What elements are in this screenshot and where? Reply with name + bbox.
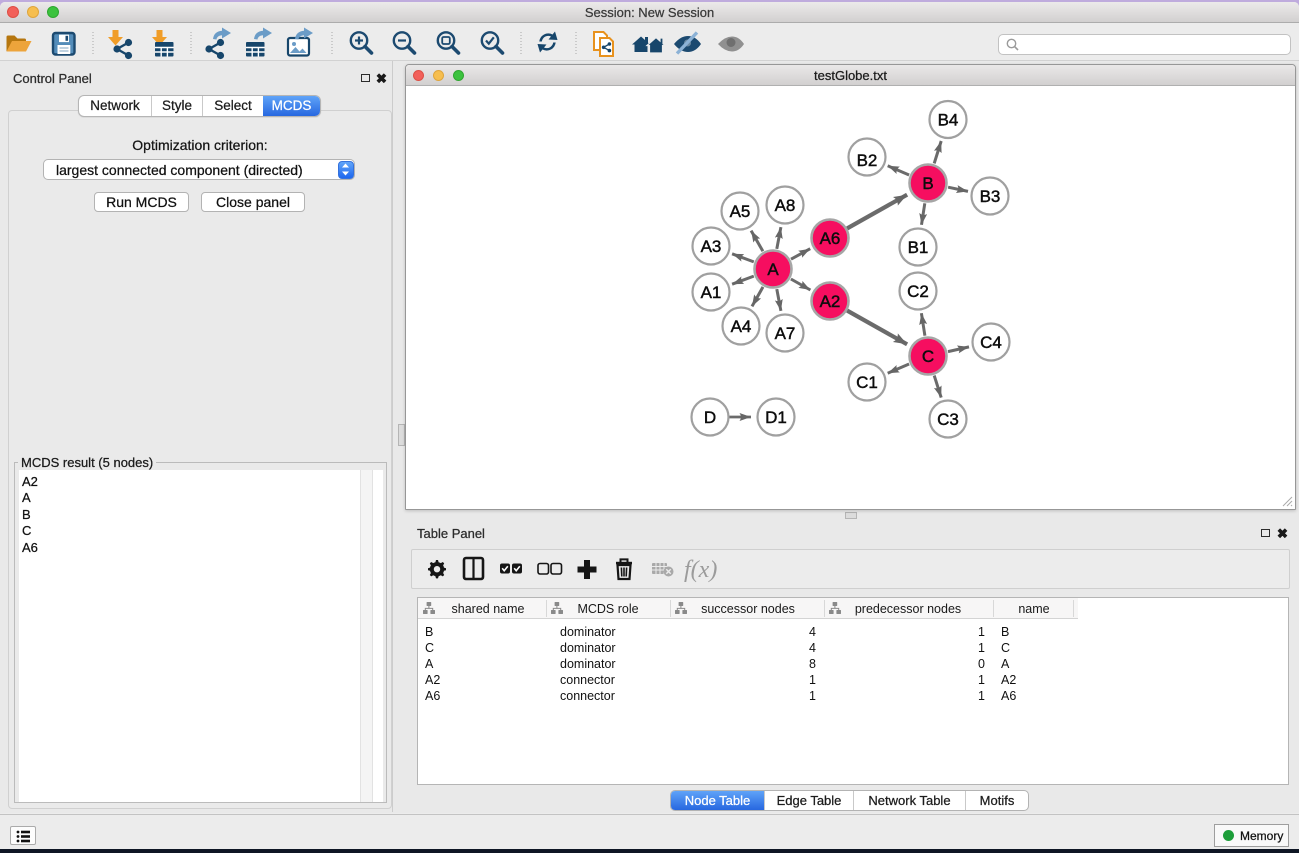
svg-text:B2: B2 [857,151,878,170]
svg-text:A2: A2 [425,673,440,687]
svg-text:dominator: dominator [560,625,616,639]
svg-text:B: B [425,625,433,639]
svg-text:shared name: shared name [452,602,525,616]
svg-text:A5: A5 [730,202,751,221]
svg-text:connector: connector [560,673,615,687]
svg-text:C1: C1 [856,373,878,392]
svg-text:name: name [1018,602,1049,616]
svg-text:B: B [922,174,933,193]
svg-text:A: A [425,657,434,671]
svg-text:dominator: dominator [560,641,616,655]
svg-text:dominator: dominator [560,657,616,671]
svg-text:C3: C3 [937,410,959,429]
svg-text:C: C [1001,641,1010,655]
svg-text:A4: A4 [731,317,752,336]
svg-text:1: 1 [978,625,985,639]
svg-text:1: 1 [978,673,985,687]
svg-text:A6: A6 [1001,689,1016,703]
svg-text:B4: B4 [938,111,959,130]
svg-text:A: A [1001,657,1010,671]
svg-text:C: C [922,347,934,366]
svg-text:1: 1 [978,689,985,703]
svg-text:D1: D1 [765,408,787,427]
svg-text:B: B [1001,625,1009,639]
svg-text:D: D [704,408,716,427]
svg-text:successor nodes: successor nodes [701,602,795,616]
svg-text:4: 4 [809,625,816,639]
svg-text:A: A [767,260,779,279]
svg-text:A8: A8 [775,196,796,215]
svg-text:A2: A2 [1001,673,1016,687]
svg-text:C: C [425,641,434,655]
svg-text:MCDS role: MCDS role [577,602,638,616]
svg-text:1: 1 [978,641,985,655]
svg-text:1: 1 [809,689,816,703]
svg-text:A2: A2 [820,292,841,311]
svg-text:connector: connector [560,689,615,703]
svg-text:A6: A6 [820,229,841,248]
svg-text:1: 1 [809,673,816,687]
svg-text:B3: B3 [980,187,1001,206]
svg-text:B1: B1 [908,238,929,257]
svg-text:0: 0 [978,657,985,671]
svg-text:C2: C2 [907,282,929,301]
svg-text:8: 8 [809,657,816,671]
svg-text:A7: A7 [775,324,796,343]
svg-text:predecessor nodes: predecessor nodes [855,602,961,616]
svg-text:C4: C4 [980,333,1002,352]
svg-text:A6: A6 [425,689,440,703]
svg-text:A3: A3 [701,237,722,256]
svg-text:f(x): f(x) [684,557,717,583]
svg-text:A1: A1 [701,283,722,302]
svg-text:4: 4 [809,641,816,655]
